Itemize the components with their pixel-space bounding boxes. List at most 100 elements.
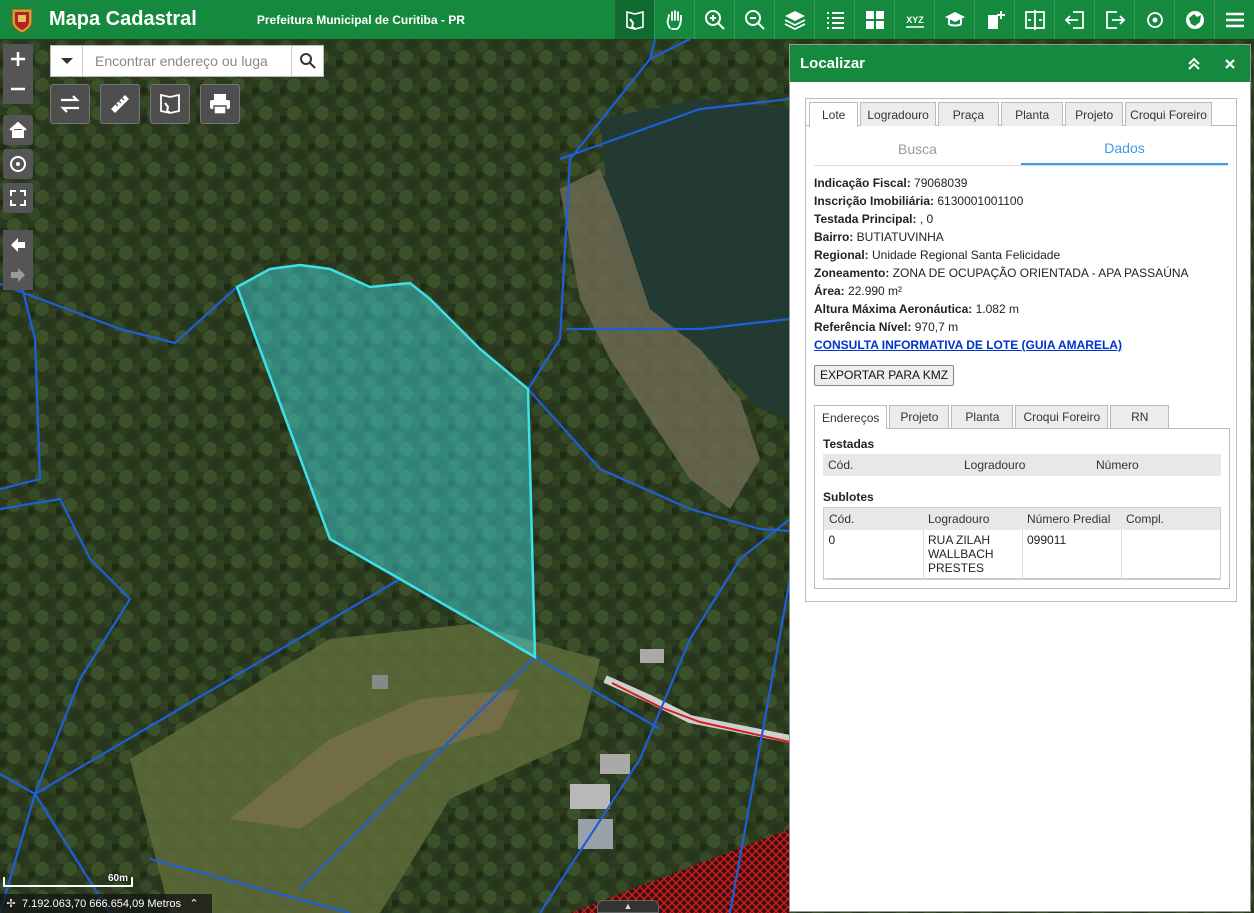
- subtab-busca[interactable]: Busca: [814, 132, 1021, 165]
- field-area: Área: 22.990 m²: [814, 284, 903, 298]
- subtab-dados[interactable]: Dados: [1021, 132, 1228, 165]
- detail-tabs: Endereços Projeto Planta Croqui Foreiro …: [814, 405, 1230, 429]
- double-chevron-up-icon: [1188, 57, 1200, 70]
- main-toolbar: XYZ: [614, 0, 1254, 39]
- caret-down-icon: [60, 58, 73, 64]
- tab-projeto[interactable]: Projeto: [1065, 102, 1124, 126]
- address-search: [50, 45, 324, 77]
- tab-detail-croqui-foreiro[interactable]: Croqui Foreiro: [1015, 405, 1109, 428]
- sublotes-title: Sublotes: [823, 490, 874, 504]
- app-title: Mapa Cadastral: [49, 8, 197, 30]
- zoom-in-tool-button[interactable]: [694, 0, 734, 39]
- tab-planta[interactable]: Planta: [1001, 102, 1064, 126]
- export-button[interactable]: [1094, 0, 1134, 39]
- legend-button[interactable]: [814, 0, 854, 39]
- swipe-tool-button[interactable]: [50, 84, 90, 124]
- table-header: Cód.: [823, 454, 960, 476]
- export-icon: [1105, 10, 1125, 29]
- fullscreen-button[interactable]: [3, 183, 33, 213]
- arrow-right-icon: [11, 268, 25, 282]
- attribute-table-toggle[interactable]: ▲: [597, 900, 659, 913]
- measure-tool-button[interactable]: [100, 84, 140, 124]
- zoom-in-button[interactable]: [3, 44, 33, 74]
- cell-logradouro: RUA ZILAH WALLBACH PRESTES: [923, 529, 1023, 579]
- table-row[interactable]: 0 RUA ZILAH WALLBACH PRESTES 099011: [824, 529, 1220, 579]
- map-settings-icon: [1185, 10, 1204, 29]
- close-icon: [1225, 59, 1235, 69]
- cell-compl: [1121, 529, 1220, 579]
- search-icon: [299, 53, 316, 69]
- plus-icon: [11, 52, 25, 66]
- extent-navigation: [3, 230, 33, 290]
- tab-lote[interactable]: Lote: [809, 102, 859, 127]
- next-extent-button[interactable]: [3, 260, 33, 290]
- layers-button[interactable]: [774, 0, 814, 39]
- swipe-button[interactable]: [1014, 0, 1054, 39]
- xyz-coordinate-button[interactable]: XYZ: [894, 0, 934, 39]
- sublotes-table: Cód. Logradouro Número Predial Compl. 0 …: [824, 508, 1220, 579]
- sublotes-table-wrap: Cód. Logradouro Número Predial Compl. 0 …: [823, 507, 1221, 580]
- field-regional: Regional: Unidade Regional Santa Felicid…: [814, 248, 1061, 262]
- consulta-informativa-link[interactable]: CONSULTA INFORMATIVA DE LOTE (GUIA AMARE…: [814, 336, 1228, 354]
- layers-icon: [784, 10, 805, 30]
- tab-detail-planta[interactable]: Planta: [951, 405, 1014, 428]
- pan-icon: [666, 9, 682, 30]
- export-kmz-button[interactable]: EXPORTAR PARA KMZ: [814, 365, 955, 386]
- search-type-tabs: Lote Logradouro Praça Planta Projeto Cro…: [806, 99, 1236, 127]
- ruler-icon: [111, 95, 129, 113]
- swap-arrows-icon: [60, 95, 80, 113]
- field-inscricao-imobiliaria: Inscrição Imobiliária: 6130001001100: [814, 194, 1024, 208]
- crosshair-icon: [10, 156, 26, 172]
- identify-button[interactable]: [614, 0, 654, 39]
- swipe-icon: [1024, 9, 1045, 30]
- collapse-panel-button[interactable]: [1184, 54, 1204, 74]
- location-icon: [1146, 11, 1163, 28]
- table-header: Compl.: [1121, 508, 1220, 530]
- panel-title: Localizar: [800, 55, 866, 72]
- panel-header: Localizar: [790, 45, 1250, 82]
- map-left-controls: [3, 115, 33, 217]
- home-button[interactable]: [3, 115, 33, 145]
- tab-praca[interactable]: Praça: [937, 102, 1000, 126]
- basemap-button[interactable]: [854, 0, 894, 39]
- testadas-title: Testadas: [823, 437, 875, 451]
- zoom-out-button[interactable]: [3, 74, 33, 104]
- education-button[interactable]: [934, 0, 974, 39]
- panel-body: Lote Logradouro Praça Planta Projeto Cro…: [805, 98, 1237, 602]
- map-settings-button[interactable]: [1174, 0, 1214, 39]
- zoom-in-icon: [704, 9, 725, 30]
- legend-icon: [826, 11, 844, 29]
- field-testada-principal: Testada Principal: , 0: [814, 212, 934, 226]
- testadas-table: Cód. Logradouro Número: [823, 454, 1221, 476]
- result-subtabs: Busca Dados: [814, 132, 1228, 166]
- tab-croqui-foreiro[interactable]: Croqui Foreiro: [1125, 102, 1212, 126]
- tab-logradouro[interactable]: Logradouro: [860, 102, 936, 126]
- print-button[interactable]: [200, 84, 240, 124]
- pan-button[interactable]: [654, 0, 694, 39]
- table-header: Logradouro: [959, 454, 1092, 476]
- import-button[interactable]: [1054, 0, 1094, 39]
- search-button[interactable]: [291, 46, 323, 76]
- previous-extent-button[interactable]: [3, 230, 33, 260]
- close-panel-button[interactable]: [1220, 54, 1240, 74]
- tab-detail-rn[interactable]: RN: [1110, 405, 1170, 428]
- chevron-up-icon[interactable]: ⌃: [187, 897, 201, 910]
- printer-icon: [210, 94, 230, 115]
- menu-icon: [1225, 12, 1244, 27]
- table-header: Número Predial: [1022, 508, 1122, 530]
- locate-button[interactable]: [3, 149, 33, 179]
- search-source-dropdown[interactable]: [51, 46, 83, 76]
- zoom-out-tool-button[interactable]: [734, 0, 774, 39]
- menu-button[interactable]: [1214, 0, 1254, 39]
- identify-tool-button[interactable]: [150, 84, 190, 124]
- tab-enderecos[interactable]: Endereços: [814, 405, 888, 429]
- add-data-icon: [987, 10, 1005, 29]
- tab-detail-projeto[interactable]: Projeto: [889, 405, 950, 428]
- fullscreen-icon: [10, 190, 26, 206]
- add-data-button[interactable]: [974, 0, 1014, 39]
- graduation-cap-icon: [944, 11, 965, 26]
- caret-up-icon: ▲: [623, 901, 633, 911]
- field-zoneamento: Zoneamento: ZONA DE OCUPAÇÃO ORIENTADA -…: [814, 266, 1189, 280]
- search-input[interactable]: [83, 46, 291, 76]
- location-button[interactable]: [1134, 0, 1174, 39]
